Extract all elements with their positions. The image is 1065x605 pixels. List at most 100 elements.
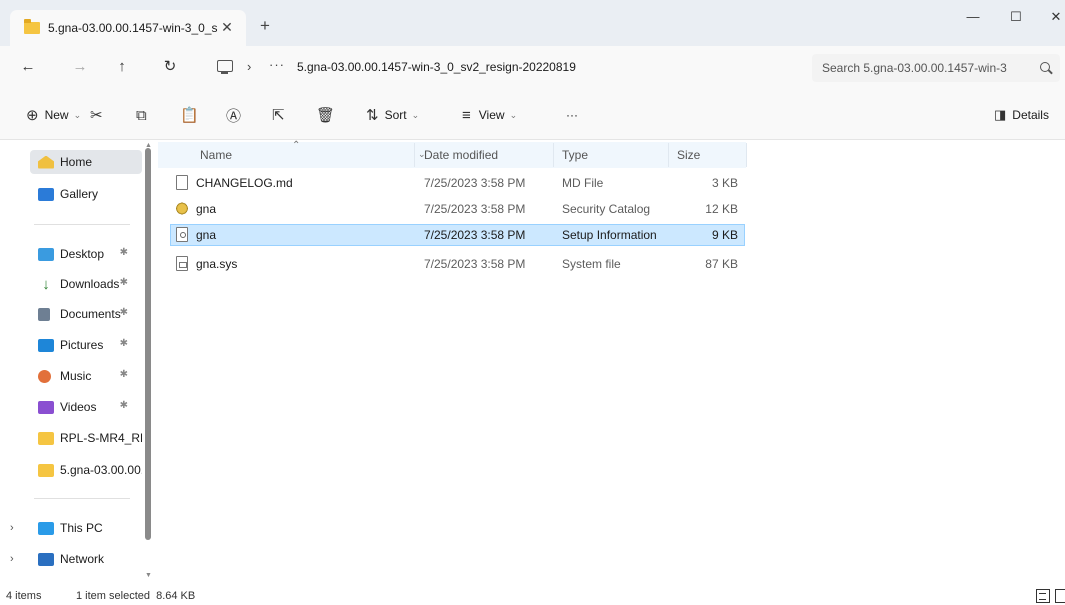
file-type: System file (562, 257, 621, 271)
column-divider[interactable] (746, 143, 747, 167)
sidebar-item-label: Music (60, 369, 92, 383)
new-label: New (44, 108, 69, 122)
sidebar-item-label: This PC (60, 521, 103, 535)
copy-button[interactable]: ⧉ (136, 105, 147, 125)
sidebar-item-videos[interactable]: Videos ✱ (30, 395, 142, 419)
sidebar-item-music[interactable]: Music ✱ (30, 364, 142, 388)
sidebar-item-label: 5.gna-03.00.00.1 (60, 463, 142, 477)
sort-label: Sort (384, 108, 407, 122)
file-type: Setup Information (562, 228, 657, 242)
title-bar: 5.gna-03.00.00.1457-win-3_0_s ✕ + — ☐ ✕ (0, 0, 1065, 46)
share-button[interactable]: ⇱ (272, 105, 285, 125)
column-divider[interactable] (553, 143, 554, 167)
cut-button[interactable]: ✂ (90, 105, 103, 125)
breadcrumb-current-folder[interactable]: 5.gna-03.00.00.1457-win-3_0_sv2_resign-2… (297, 60, 576, 74)
column-divider[interactable] (668, 143, 669, 167)
chevron-down-icon: ⌄ (411, 109, 420, 120)
refresh-button[interactable]: ↻ (160, 57, 180, 77)
sidebar-item-label: Gallery (60, 187, 99, 201)
sidebar-item-downloads[interactable]: ↓ Downloads ✱ (30, 272, 142, 296)
home-icon (38, 155, 54, 169)
file-row-selected[interactable]: gna 7/25/2023 3:58 PM Setup Information … (170, 224, 745, 246)
sidebar-item-rpl-folder[interactable]: RPL-S-MR4_RPL (30, 426, 142, 450)
minimize-button[interactable]: — (958, 9, 988, 29)
close-window-button[interactable]: ✕ (1041, 9, 1065, 29)
rename-button[interactable]: Ⓐ (226, 105, 241, 125)
sort-icon: ⇅ (366, 107, 379, 124)
status-bar: 4 items 1 item selected 8.64 KB (0, 588, 1065, 605)
sort-button[interactable]: ⇅ Sort ⌄ (366, 105, 419, 125)
tiles-view-icon[interactable] (1055, 589, 1065, 603)
computer-icon[interactable] (217, 60, 233, 74)
details-label: Details (1012, 108, 1049, 122)
up-button[interactable]: ↑ (112, 57, 132, 77)
forward-button[interactable]: → (70, 57, 90, 77)
sidebar-item-this-pc[interactable]: This PC (30, 516, 142, 540)
folder-icon (24, 19, 40, 34)
view-button[interactable]: ≡ View ⌄ (462, 105, 517, 125)
column-divider[interactable] (414, 143, 415, 167)
paste-icon: 📋 (180, 107, 199, 124)
address-row: ← → ↑ ↻ › ··· 5.gna-03.00.00.1457-win-3_… (0, 46, 1065, 90)
sidebar-scrollbar[interactable] (145, 148, 151, 540)
expand-chevron-icon[interactable]: › (10, 522, 14, 534)
maximize-button[interactable]: ☐ (1001, 9, 1031, 29)
paste-button[interactable]: 📋 (180, 105, 199, 125)
documents-icon (38, 307, 50, 321)
folder-icon (38, 431, 54, 445)
tab-current-folder[interactable]: 5.gna-03.00.00.1457-win-3_0_s ✕ (10, 10, 246, 46)
folder-icon (38, 463, 54, 477)
pin-icon[interactable]: ✱ (120, 277, 128, 288)
sort-ascending-icon: ⌃ (292, 140, 301, 151)
view-lines-icon: ≡ (462, 106, 471, 124)
chevron-down-icon: ⌄ (509, 109, 518, 120)
file-row[interactable]: CHANGELOG.md 7/25/2023 3:58 PM MD File 3… (170, 172, 745, 194)
file-date: 7/25/2023 3:58 PM (424, 202, 526, 216)
sidebar-item-gallery[interactable]: Gallery (30, 182, 142, 206)
sidebar-item-gna-folder[interactable]: 5.gna-03.00.00.1 (30, 458, 142, 482)
scroll-down-icon[interactable]: ▼ (145, 572, 152, 579)
search-placeholder: Search 5.gna-03.00.00.1457-win-3 (822, 61, 1007, 75)
breadcrumb-chevron-icon[interactable]: › (247, 59, 251, 74)
search-icon (1040, 62, 1050, 72)
copy-icon: ⧉ (136, 106, 147, 124)
sidebar-item-pictures[interactable]: Pictures ✱ (30, 333, 142, 357)
sidebar-item-home[interactable]: Home (30, 150, 142, 174)
search-input[interactable]: Search 5.gna-03.00.00.1457-win-3 (812, 54, 1060, 82)
file-size: 9 KB (711, 228, 738, 242)
sidebar-item-label: Videos (60, 400, 97, 414)
back-button[interactable]: ← (18, 57, 38, 77)
column-header-label: Size (677, 148, 701, 162)
download-icon: ↓ (42, 275, 50, 293)
more-options-button[interactable]: ··· (566, 105, 578, 125)
pin-icon[interactable]: ✱ (120, 307, 128, 318)
sidebar-item-documents[interactable]: Documents ✱ (30, 302, 142, 326)
desktop-icon (38, 247, 54, 261)
new-button[interactable]: ⊕ New ⌄ (26, 105, 81, 125)
pin-icon[interactable]: ✱ (120, 338, 128, 349)
delete-button[interactable]: 🗑 (316, 105, 335, 125)
expand-chevron-icon[interactable]: › (10, 553, 14, 565)
details-pane-button[interactable]: ◨ Details (994, 105, 1049, 125)
address-bar[interactable]: › ··· 5.gna-03.00.00.1457-win-3_0_sv2_re… (205, 54, 807, 82)
pin-icon[interactable]: ✱ (120, 369, 128, 380)
file-size: 3 KB (711, 176, 738, 190)
file-date: 7/25/2023 3:58 PM (424, 176, 526, 190)
file-row[interactable]: gna 7/25/2023 3:58 PM Security Catalog 1… (170, 198, 745, 220)
file-row[interactable]: gna.sys 7/25/2023 3:58 PM System file 87… (170, 253, 745, 275)
sidebar-item-network[interactable]: Network (30, 547, 142, 571)
breadcrumb-overflow-button[interactable]: ··· (269, 57, 285, 72)
details-view-icon[interactable] (1036, 589, 1050, 603)
pin-icon[interactable]: ✱ (120, 247, 128, 258)
file-name: gna (196, 202, 217, 216)
file-size: 87 KB (705, 257, 738, 271)
system-file-icon (176, 256, 188, 271)
gallery-icon (38, 187, 54, 201)
new-tab-button[interactable]: + (256, 16, 274, 36)
file-type: Security Catalog (562, 202, 651, 216)
tab-close-button[interactable]: ✕ (218, 19, 236, 36)
column-header-label: Type (562, 148, 589, 162)
sidebar-divider (34, 498, 130, 499)
sidebar-item-desktop[interactable]: Desktop ✱ (30, 242, 142, 266)
pin-icon[interactable]: ✱ (120, 400, 128, 411)
